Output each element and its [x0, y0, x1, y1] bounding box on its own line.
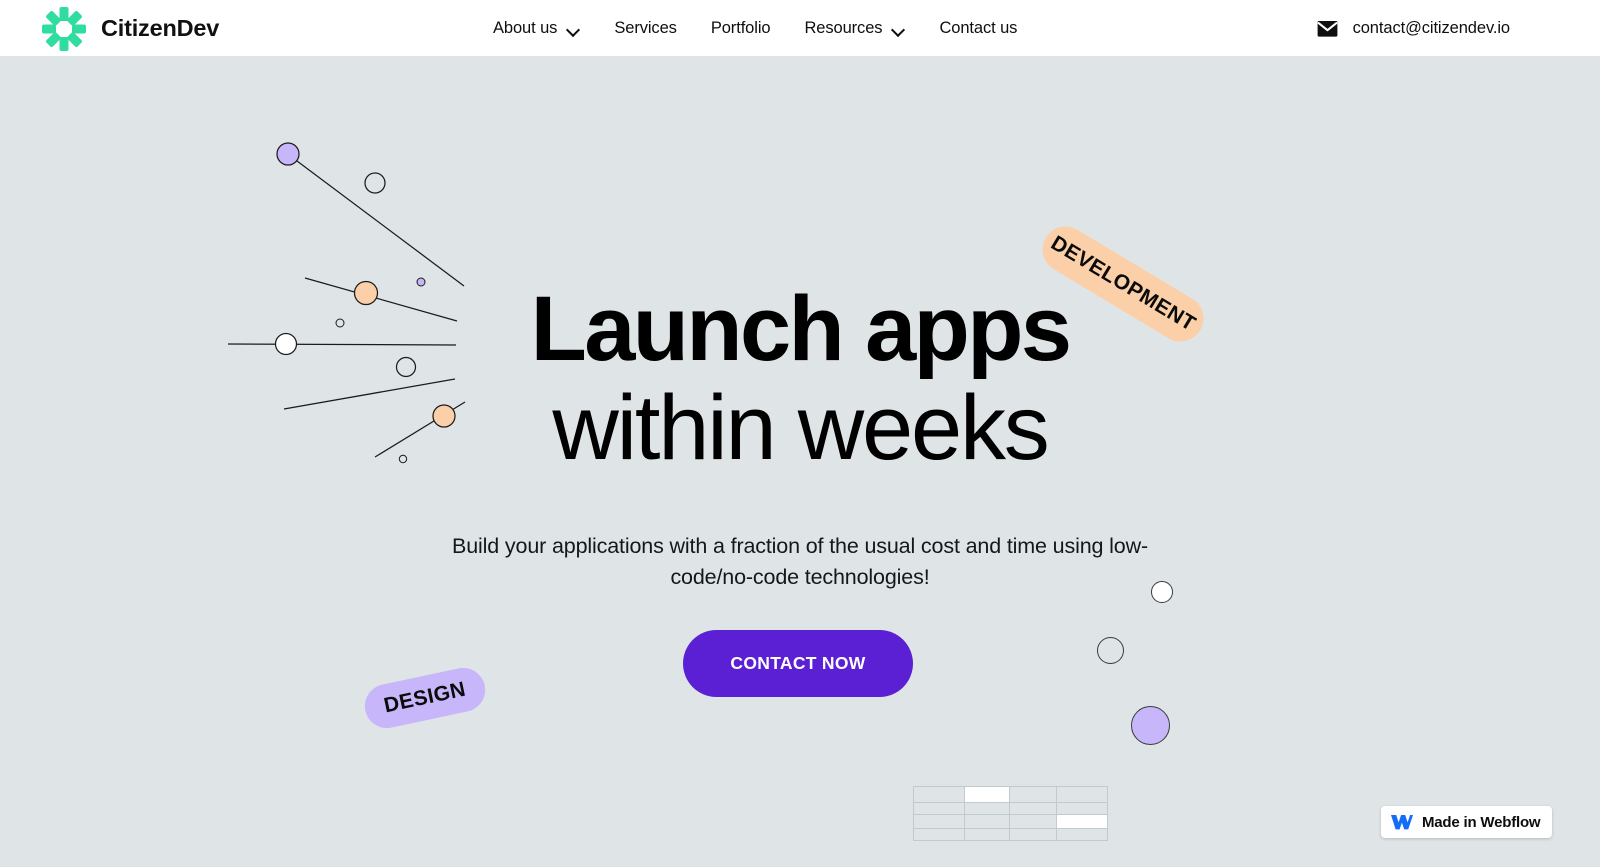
grid-cell — [1009, 786, 1057, 803]
made-in-webflow-badge[interactable]: Made in Webflow — [1381, 806, 1553, 838]
decorative-grid — [913, 786, 1111, 844]
decorative-outline-dot — [1097, 637, 1124, 664]
grid-cell — [1056, 786, 1108, 803]
nav-item-label: About us — [493, 19, 558, 37]
grid-cell — [1009, 814, 1057, 829]
grid-cell — [1009, 828, 1057, 841]
grid-cell — [964, 814, 1010, 829]
envelope-icon — [1317, 20, 1338, 37]
header-email-link[interactable]: contact@citizendev.io — [1317, 0, 1510, 57]
grid-cell — [913, 814, 965, 829]
headline-line-1: Launch apps — [530, 278, 1072, 381]
brand-name: CitizenDev — [101, 15, 220, 41]
badge-design: DESIGN — [360, 663, 490, 733]
page-title: Launch apps within weeks — [0, 278, 1600, 480]
site-header: CitizenDev About us Services Portfolio R… — [0, 0, 1600, 57]
grid-cell — [1056, 814, 1108, 829]
nav-item-services[interactable]: Services — [597, 0, 693, 57]
made-in-webflow-label: Made in Webflow — [1422, 813, 1541, 831]
contact-now-button[interactable]: CONTACT NOW — [683, 630, 913, 697]
hero-section: Launch apps within weeks Build your appl… — [0, 57, 1600, 867]
nav-item-label: Portfolio — [710, 19, 771, 37]
brand-logo-link[interactable]: CitizenDev — [41, 0, 219, 57]
nav-item-about-us[interactable]: About us — [476, 0, 597, 57]
chevron-down-icon — [892, 25, 905, 33]
nav-item-label: Resources — [804, 19, 883, 37]
webflow-logo-icon — [1391, 814, 1413, 830]
decorative-white-dot — [1151, 581, 1173, 603]
chevron-down-icon — [567, 25, 580, 33]
nav-item-portfolio[interactable]: Portfolio — [694, 0, 788, 57]
nav-item-label: Services — [614, 19, 677, 37]
nav-item-label: Contact us — [939, 19, 1018, 37]
starburst-sun-icon — [41, 6, 87, 52]
grid-cell — [1056, 828, 1108, 841]
nav-item-resources[interactable]: Resources — [787, 0, 922, 57]
headline-line-2: within weeks — [552, 377, 1049, 480]
grid-cell — [964, 786, 1010, 803]
decorative-purple-dot — [1131, 706, 1170, 745]
nav-item-contact-us[interactable]: Contact us — [922, 0, 1034, 57]
main-navigation: About us Services Portfolio Resources Co… — [476, 0, 1034, 57]
hero-subtitle: Build your applications with a fraction … — [452, 533, 1148, 589]
grid-cell — [913, 828, 965, 841]
grid-cell — [913, 786, 965, 803]
grid-cell — [964, 828, 1010, 841]
header-email-label: contact@citizendev.io — [1352, 19, 1511, 37]
